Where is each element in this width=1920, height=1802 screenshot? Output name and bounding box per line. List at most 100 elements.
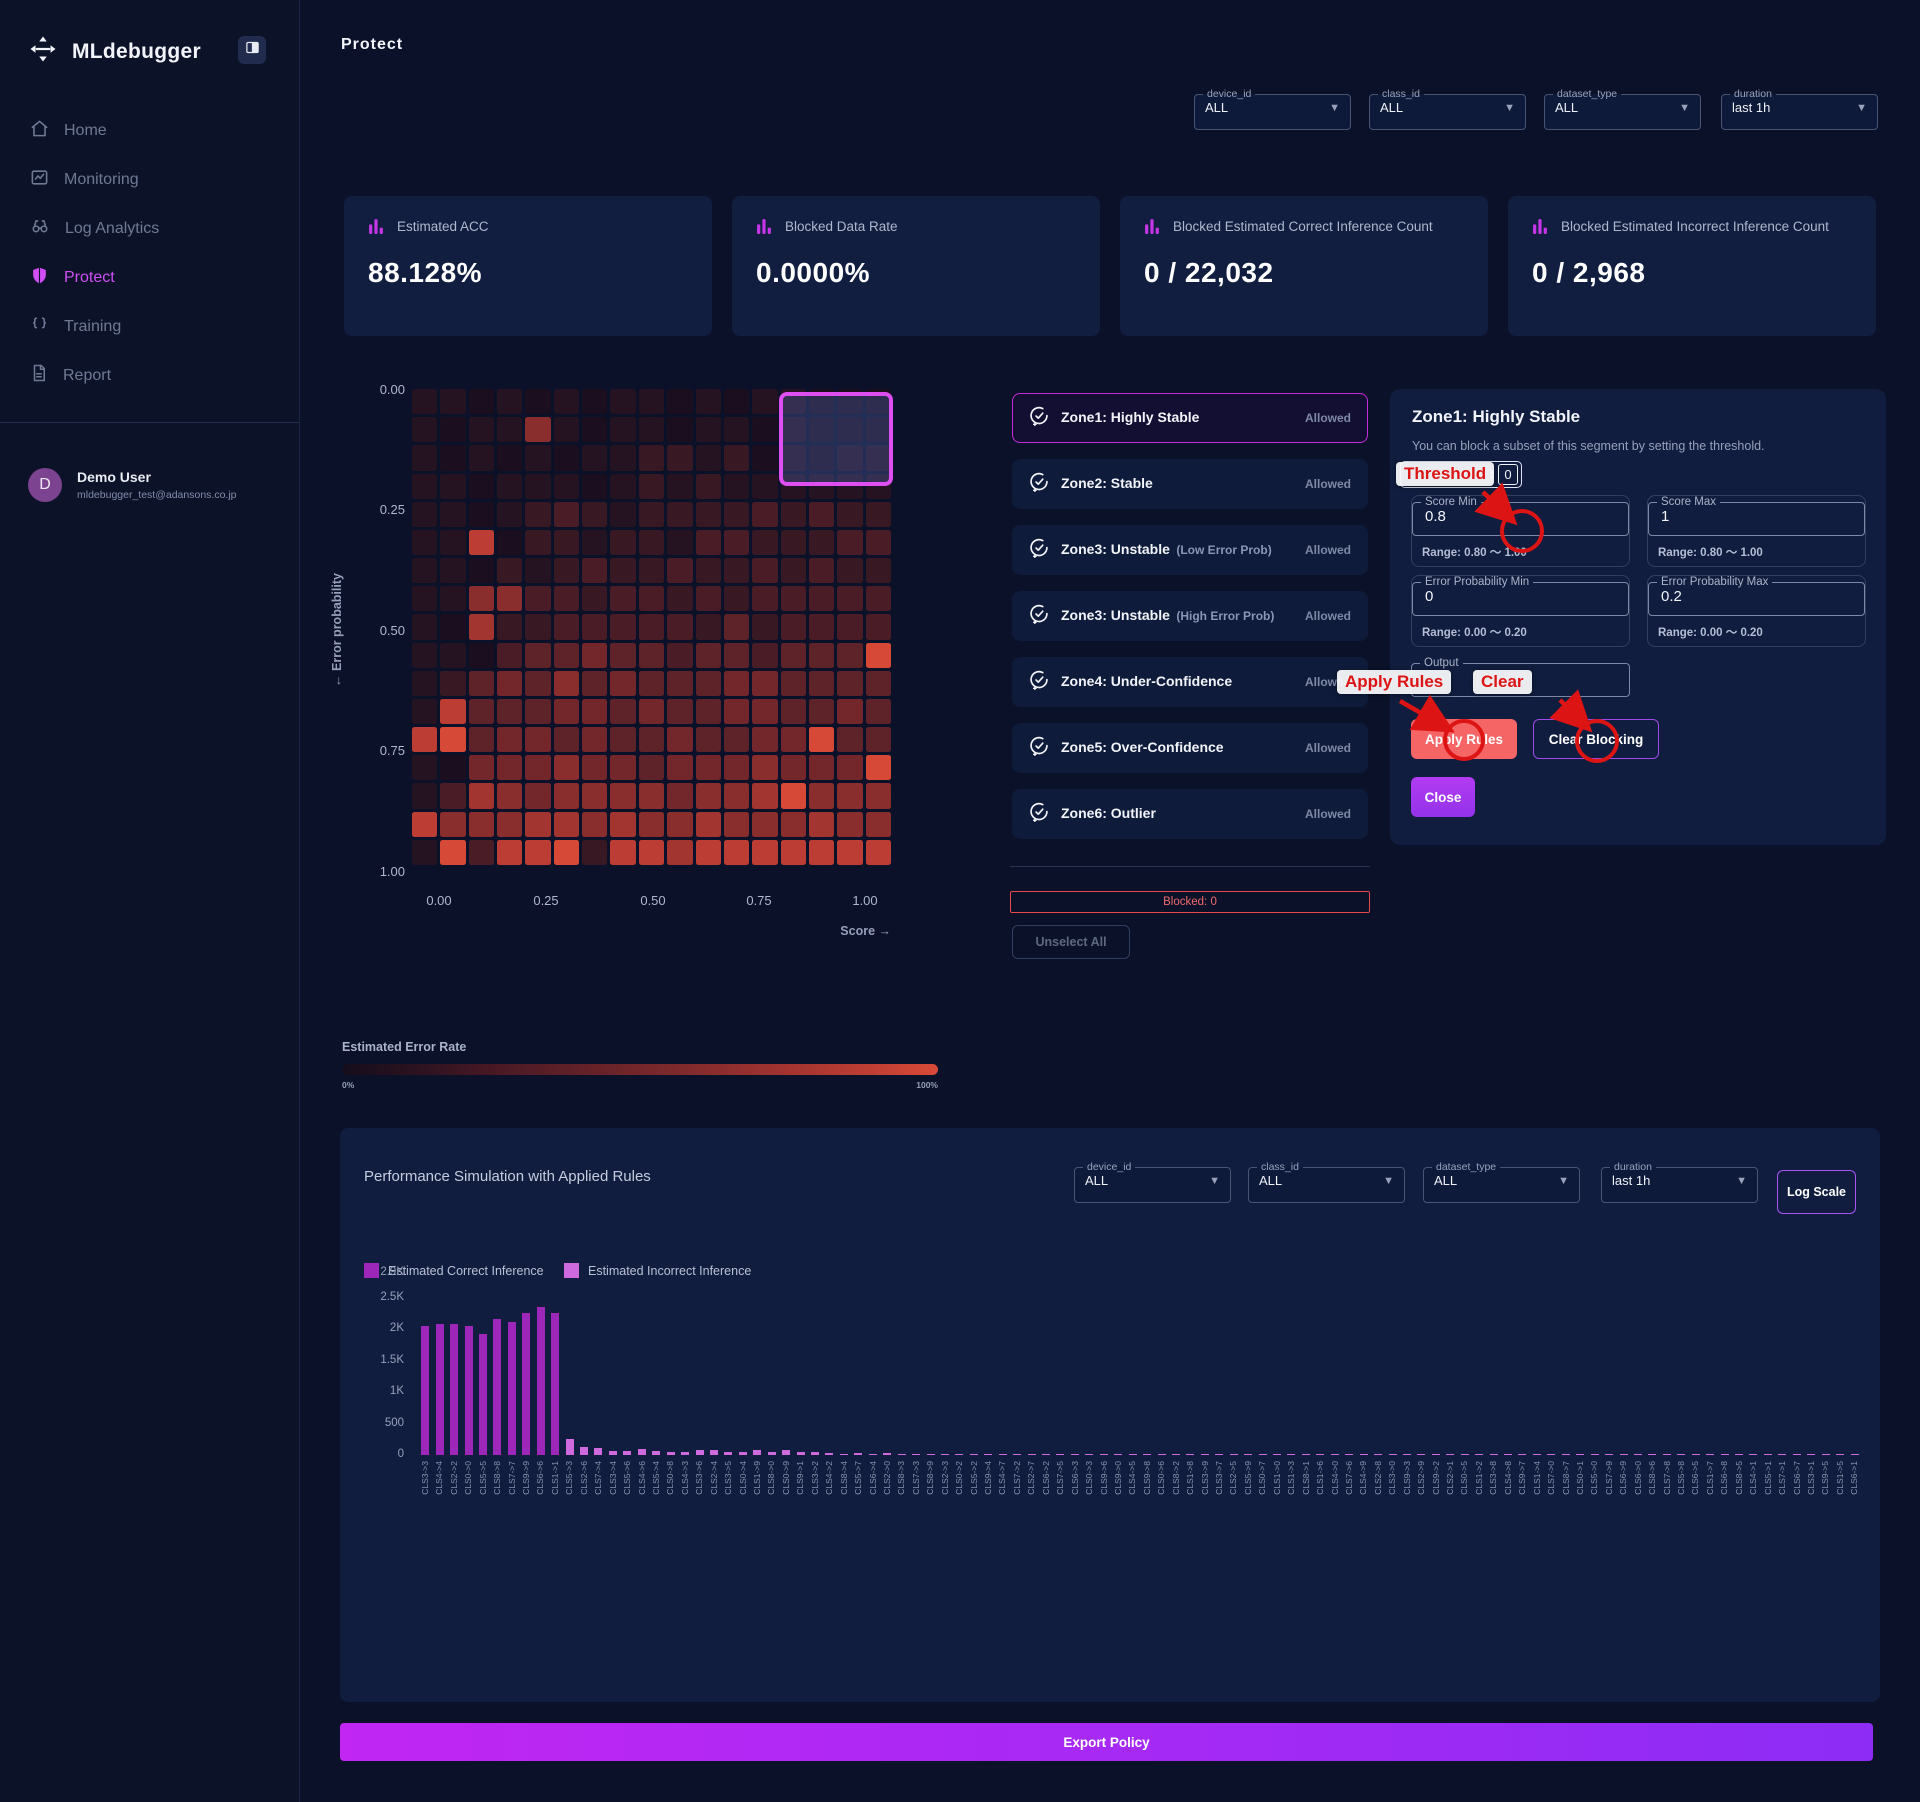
heatmap-cell[interactable] bbox=[610, 586, 635, 611]
chart-bar[interactable] bbox=[1833, 1273, 1847, 1455]
heatmap-cell[interactable] bbox=[497, 643, 522, 668]
filter-dataset_type[interactable]: dataset_typeALL▼ bbox=[1544, 88, 1701, 130]
chart-bar[interactable] bbox=[606, 1273, 620, 1455]
chart-bar[interactable] bbox=[750, 1273, 764, 1455]
chart-bar[interactable] bbox=[909, 1273, 923, 1455]
chart-bar[interactable] bbox=[461, 1273, 475, 1455]
heatmap-cell[interactable] bbox=[667, 671, 692, 696]
heatmap-cell[interactable] bbox=[610, 699, 635, 724]
chart-bar[interactable] bbox=[1111, 1273, 1125, 1455]
chart-bar[interactable] bbox=[996, 1273, 1010, 1455]
heatmap-cell[interactable] bbox=[412, 389, 437, 414]
heatmap-cell[interactable] bbox=[469, 445, 494, 470]
heatmap-cell[interactable] bbox=[809, 812, 834, 837]
chart-bar[interactable] bbox=[476, 1273, 490, 1455]
heatmap-cell[interactable] bbox=[696, 502, 721, 527]
heatmap-cell[interactable] bbox=[412, 474, 437, 499]
heatmap-cell[interactable] bbox=[469, 727, 494, 752]
heatmap-cell[interactable] bbox=[525, 755, 550, 780]
heatmap-cell[interactable] bbox=[497, 586, 522, 611]
heatmap-cell[interactable] bbox=[781, 643, 806, 668]
heatmap-cell[interactable] bbox=[582, 389, 607, 414]
heatmap-cell[interactable] bbox=[696, 389, 721, 414]
chart-bar[interactable] bbox=[1140, 1273, 1154, 1455]
heatmap-cell[interactable] bbox=[469, 389, 494, 414]
zone-row-2[interactable]: Zone2: StableAllowed bbox=[1012, 459, 1368, 509]
heatmap-cell[interactable] bbox=[469, 671, 494, 696]
chart-bar[interactable] bbox=[1328, 1273, 1342, 1455]
heatmap-cell[interactable] bbox=[809, 783, 834, 808]
heatmap-cell[interactable] bbox=[582, 417, 607, 442]
heatmap-cell[interactable] bbox=[610, 389, 635, 414]
heatmap-cell[interactable] bbox=[412, 586, 437, 611]
heatmap-cell[interactable] bbox=[752, 840, 777, 865]
heatmap-cell[interactable] bbox=[696, 417, 721, 442]
chart-bar[interactable] bbox=[663, 1273, 677, 1455]
chart-bar[interactable] bbox=[1125, 1273, 1139, 1455]
heatmap-cell[interactable] bbox=[667, 502, 692, 527]
heatmap-cell[interactable] bbox=[525, 614, 550, 639]
heatmap-cell[interactable] bbox=[554, 699, 579, 724]
heatmap-cell[interactable] bbox=[639, 417, 664, 442]
chart-bar[interactable] bbox=[707, 1273, 721, 1455]
heatmap-cell[interactable] bbox=[837, 502, 862, 527]
chart-bar[interactable] bbox=[808, 1273, 822, 1455]
heatmap-cell[interactable] bbox=[667, 812, 692, 837]
heatmap-cell[interactable] bbox=[667, 614, 692, 639]
heatmap-cell[interactable] bbox=[440, 699, 465, 724]
chart-bar[interactable] bbox=[765, 1273, 779, 1455]
heatmap-cell[interactable] bbox=[440, 783, 465, 808]
chart-bar[interactable] bbox=[1703, 1273, 1717, 1455]
heatmap-cell[interactable] bbox=[440, 586, 465, 611]
heatmap-cell[interactable] bbox=[610, 614, 635, 639]
heatmap-cell[interactable] bbox=[696, 840, 721, 865]
heatmap-cell[interactable] bbox=[525, 389, 550, 414]
heatmap-cell[interactable] bbox=[582, 699, 607, 724]
heatmap-cell[interactable] bbox=[837, 727, 862, 752]
chart-bar[interactable] bbox=[779, 1273, 793, 1455]
heatmap-cell[interactable] bbox=[781, 530, 806, 555]
filter-class_id[interactable]: class_idALL▼ bbox=[1369, 88, 1526, 130]
chart-bar[interactable] bbox=[1732, 1273, 1746, 1455]
heatmap-cell[interactable] bbox=[667, 727, 692, 752]
heatmap-cell[interactable] bbox=[610, 502, 635, 527]
chart-bar[interactable] bbox=[1154, 1273, 1168, 1455]
heatmap-cell[interactable] bbox=[469, 643, 494, 668]
heatmap-cell[interactable] bbox=[554, 755, 579, 780]
chart-bar[interactable] bbox=[418, 1273, 432, 1455]
chart-bar[interactable] bbox=[1602, 1273, 1616, 1455]
heatmap-cell[interactable] bbox=[781, 840, 806, 865]
chart-bar[interactable] bbox=[649, 1273, 663, 1455]
heatmap-cell[interactable] bbox=[582, 586, 607, 611]
heatmap-cell[interactable] bbox=[866, 643, 891, 668]
heatmap-cell[interactable] bbox=[866, 727, 891, 752]
heatmap-cell[interactable] bbox=[667, 417, 692, 442]
heatmap-cell[interactable] bbox=[752, 502, 777, 527]
chart-bar[interactable] bbox=[1429, 1273, 1443, 1455]
chart-bar[interactable] bbox=[692, 1273, 706, 1455]
heatmap-cell[interactable] bbox=[440, 530, 465, 555]
heatmap-zone-selection-overlay[interactable] bbox=[779, 392, 893, 486]
zone-row-5[interactable]: Zone4: Under-ConfidenceAllowed bbox=[1012, 657, 1368, 707]
heatmap-cell[interactable] bbox=[696, 558, 721, 583]
heatmap-cell[interactable] bbox=[837, 558, 862, 583]
heatmap-cell[interactable] bbox=[781, 699, 806, 724]
heatmap-cell[interactable] bbox=[866, 530, 891, 555]
heatmap-cell[interactable] bbox=[582, 445, 607, 470]
heatmap-cell[interactable] bbox=[809, 643, 834, 668]
heatmap-cell[interactable] bbox=[667, 643, 692, 668]
heatmap-cell[interactable] bbox=[837, 586, 862, 611]
heatmap-cell[interactable] bbox=[582, 840, 607, 865]
heatmap-cell[interactable] bbox=[752, 783, 777, 808]
chart-bar[interactable] bbox=[721, 1273, 735, 1455]
heatmap-cell[interactable] bbox=[781, 783, 806, 808]
chart-bar[interactable] bbox=[793, 1273, 807, 1455]
heatmap-cell[interactable] bbox=[440, 389, 465, 414]
heatmap-cell[interactable] bbox=[412, 614, 437, 639]
heatmap-cell[interactable] bbox=[696, 671, 721, 696]
filter-device_id[interactable]: device_idALL▼ bbox=[1074, 1161, 1231, 1203]
heatmap-cell[interactable] bbox=[837, 671, 862, 696]
chart-bar[interactable] bbox=[1198, 1273, 1212, 1455]
heatmap-cell[interactable] bbox=[582, 614, 607, 639]
heatmap-cell[interactable] bbox=[639, 643, 664, 668]
